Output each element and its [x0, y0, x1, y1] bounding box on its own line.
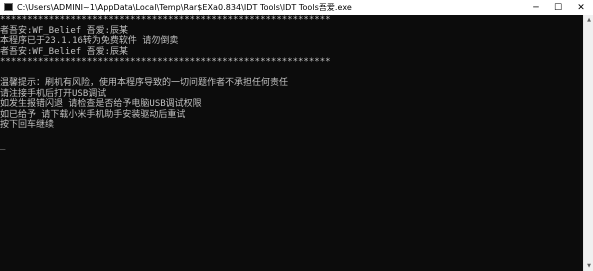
console-line: 本程序已于23.1.16转为免费软件 请勿倒卖 [0, 36, 179, 46]
scroll-down-arrow-icon[interactable]: ▼ [584, 261, 593, 271]
vertical-scrollbar[interactable]: ▲ ▼ [583, 15, 593, 271]
console-line: ****************************************… [0, 57, 331, 67]
console-line: 者吾安:WF_Belief 吾爱:辰某 [0, 46, 129, 57]
console-line: 温馨提示：刷机有风险，使用本程序导致的一切问题作者不承担任何责任 [0, 78, 289, 88]
cursor: _ [0, 141, 6, 151]
console-line: 请注接手机后打开USB调试 [0, 88, 107, 99]
console-lines: ****************************************… [0, 15, 583, 152]
close-button[interactable]: ✕ [569, 0, 593, 15]
maximize-button[interactable]: ☐ [547, 0, 569, 15]
console-app-icon [4, 3, 13, 11]
title-bar[interactable]: C:\Users\ADMINI~1\AppData\Local\Temp\Rar… [0, 0, 593, 15]
console-output[interactable]: ****************************************… [0, 15, 583, 271]
console-line: 按下回车继续 [0, 120, 55, 130]
window-title: C:\Users\ADMINI~1\AppData\Local\Temp\Rar… [17, 3, 352, 12]
console-line: 者吾安:WF_Belief 吾爱:辰某 [0, 25, 129, 36]
window-controls: ─ ☐ ✕ [525, 0, 593, 15]
console-line: 如发生报错闪退 请检查是否给予电脑USB调试权限 [0, 99, 202, 109]
scroll-up-arrow-icon[interactable]: ▲ [584, 15, 593, 25]
minimize-button[interactable]: ─ [525, 0, 547, 15]
console-line: 如已给予 请下载小米手机助手安装驱动后重试 [0, 109, 186, 120]
console-window: C:\Users\ADMINI~1\AppData\Local\Temp\Rar… [0, 0, 593, 271]
console-line: ****************************************… [0, 15, 331, 25]
